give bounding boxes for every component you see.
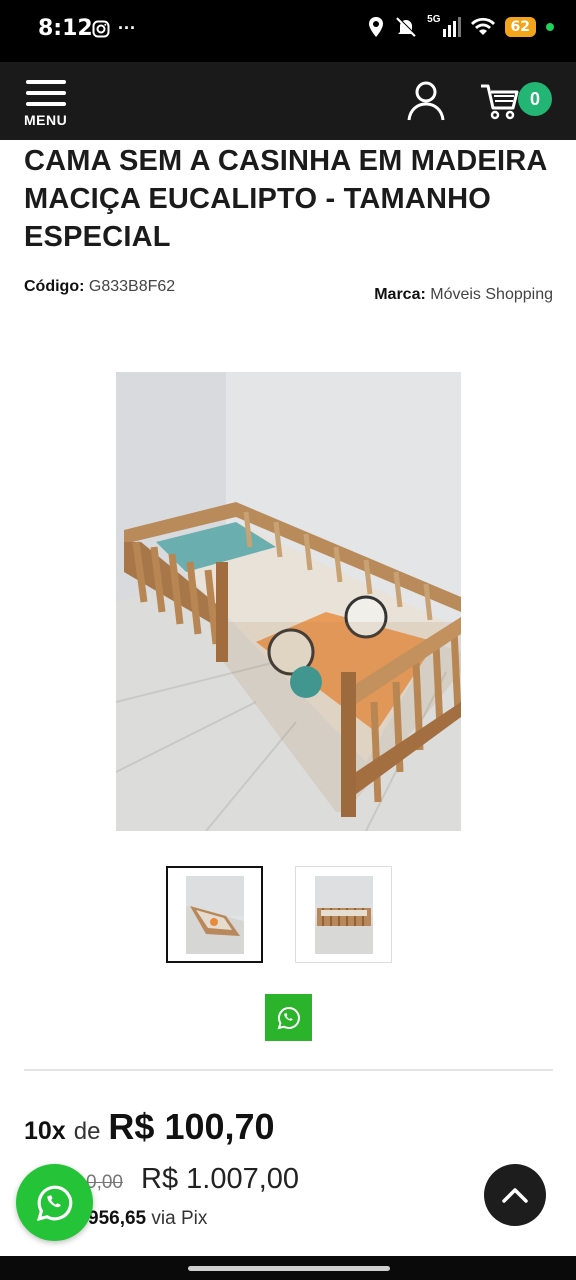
installments-value: R$ 100,70 (108, 1106, 275, 1147)
divider (24, 1069, 553, 1071)
installments-count: 10x (24, 1117, 66, 1145)
whatsapp-icon (36, 1185, 72, 1221)
wifi-icon (470, 17, 495, 35)
location-icon (369, 17, 384, 37)
pix-price-value: 956,65 (88, 1208, 147, 1229)
thumbnail-1-image (185, 875, 244, 954)
product-brand-label: Marca: (374, 286, 426, 303)
menu-button[interactable]: MENU (24, 80, 72, 132)
current-price: R$ 1.007,00 (141, 1163, 300, 1195)
product-title: CAMA SEM A CASINHA EM MADEIRA MACIÇA EUC… (24, 145, 547, 253)
hamburger-icon-bar (26, 102, 66, 106)
system-nav-bar (0, 1256, 576, 1280)
network-type: 5G (427, 13, 441, 25)
user-icon[interactable] (406, 80, 446, 122)
status-left-icons: ··· (92, 18, 136, 39)
thumbnail-2[interactable] (295, 866, 392, 963)
cart-icon[interactable] (480, 82, 520, 120)
whatsapp-icon (277, 1006, 300, 1029)
product-code-label: Código: (24, 278, 85, 295)
signal-icon (442, 17, 461, 37)
privacy-dot (546, 23, 554, 31)
menu-label: MENU (24, 112, 68, 128)
product-brand: Marca: Móveis Shopping (374, 286, 553, 304)
product-brand-value: Móveis Shopping (430, 286, 553, 303)
product-code: Código: G833B8F62 (24, 278, 175, 296)
whatsapp-chat-button[interactable] (16, 1164, 93, 1241)
status-overflow: ··· (118, 18, 136, 38)
status-time: 8:12 (38, 16, 93, 41)
hamburger-icon (26, 80, 66, 84)
pix-price: 956,65 via Pix (88, 1208, 207, 1230)
installments-de: de (73, 1118, 101, 1145)
instagram-icon (92, 20, 110, 37)
pix-price-suffix: via Pix (151, 1208, 208, 1229)
status-right-icons: 5G 62 (367, 13, 554, 38)
chevron-up-icon (502, 1188, 528, 1203)
status-bar: 8:12 ··· 5G 62 (0, 0, 576, 62)
battery-indicator: 62 (504, 17, 536, 37)
bed-photo (116, 372, 461, 831)
home-gesture-pill[interactable] (188, 1266, 390, 1271)
installments-line: 10x de R$ 100,70 (24, 1106, 275, 1148)
thumbnail-1[interactable] (166, 866, 263, 963)
app-header: MENU 0 (0, 62, 576, 140)
whatsapp-share-button[interactable] (265, 994, 312, 1041)
thumbnail-2-image (314, 875, 373, 954)
cart-count-badge[interactable]: 0 (518, 82, 552, 116)
product-code-value: G833B8F62 (88, 278, 176, 295)
main-product-image[interactable] (116, 372, 461, 831)
scroll-top-button[interactable] (484, 1164, 546, 1226)
mute-icon (396, 16, 417, 37)
hamburger-icon-bar (26, 91, 66, 95)
old-price: 0,00 (86, 1172, 123, 1193)
